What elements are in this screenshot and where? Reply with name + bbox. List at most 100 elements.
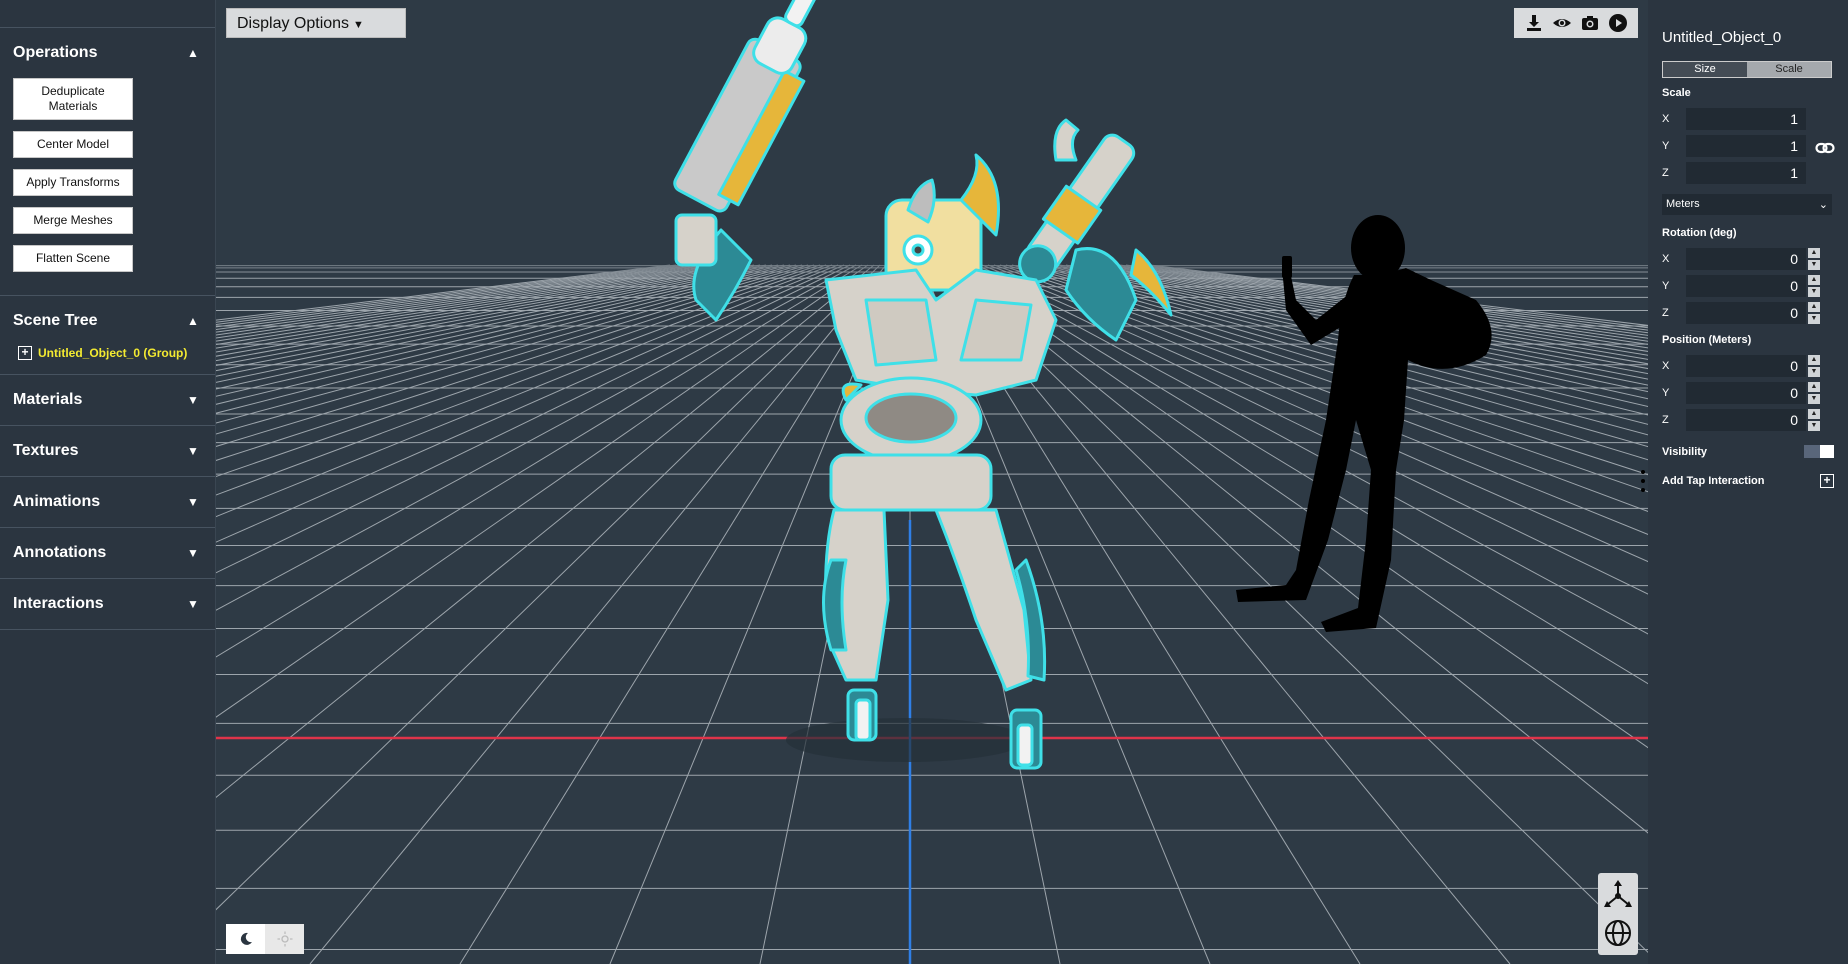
visibility-row: Visibility [1662, 437, 1834, 466]
chevron-down-icon: ▼ [187, 393, 199, 407]
axis-label: X [1662, 252, 1670, 265]
scale-z-input[interactable]: 1 [1686, 161, 1806, 184]
eye-icon[interactable] [1552, 13, 1572, 33]
add-tap-row: Add Tap Interaction + [1662, 466, 1834, 495]
scale-z-row: Z 1 [1662, 159, 1834, 186]
download-icon[interactable] [1524, 13, 1544, 33]
visibility-toggle[interactable] [1804, 445, 1834, 458]
rotation-label: Rotation (deg) [1662, 227, 1737, 239]
position-z-input[interactable]: 0 [1686, 408, 1806, 431]
more-options-icon[interactable] [1640, 470, 1646, 492]
operations-title: Operations [13, 44, 98, 61]
rotation-y-stepper[interactable]: ▲ ▼ [1808, 274, 1820, 297]
position-z-row: Z 0 ▲ ▼ [1662, 406, 1834, 433]
link-chain-icon[interactable] [1815, 142, 1835, 154]
step-up-icon[interactable]: ▲ [1808, 354, 1820, 365]
annotations-header[interactable]: Annotations ▼ [0, 528, 215, 578]
sidebar-top-divider [0, 0, 215, 28]
materials-title: Materials [13, 391, 83, 408]
step-up-icon[interactable]: ▲ [1808, 301, 1820, 312]
expand-plus-icon[interactable]: + [18, 346, 32, 360]
rotation-z-stepper[interactable]: ▲ ▼ [1808, 301, 1820, 324]
chevron-down-icon: ▼ [187, 597, 199, 611]
sun-icon[interactable] [265, 924, 304, 954]
scale-x-input[interactable]: 1 [1686, 107, 1806, 130]
step-down-icon[interactable]: ▼ [1808, 313, 1820, 324]
rotation-z-row: Z 0 ▲ ▼ [1662, 299, 1834, 326]
position-y-row: Y 0 ▲ ▼ [1662, 379, 1834, 406]
camera-icon[interactable] [1580, 13, 1600, 33]
position-z-stepper[interactable]: ▲ ▼ [1808, 408, 1820, 431]
3d-viewport[interactable]: Display Options ▼ [216, 0, 1648, 964]
step-up-icon[interactable]: ▲ [1808, 408, 1820, 419]
tab-size[interactable]: Size [1663, 62, 1747, 77]
play-icon[interactable] [1608, 13, 1628, 33]
rotation-x-input[interactable]: 0 [1686, 247, 1806, 270]
textures-header[interactable]: Textures ▼ [0, 426, 215, 476]
position-x-row: X 0 ▲ ▼ [1662, 352, 1834, 379]
object-title: Untitled_Object_0 [1662, 29, 1782, 46]
tab-scale[interactable]: Scale [1747, 62, 1831, 77]
materials-header[interactable]: Materials ▼ [0, 375, 215, 425]
flatten-scene-button[interactable]: Flatten Scene [13, 245, 133, 272]
axis-label: Y [1662, 279, 1670, 292]
scene-tree-item-label: Untitled_Object_0 (Group) [38, 346, 188, 360]
step-up-icon[interactable]: ▲ [1808, 381, 1820, 392]
chevron-up-icon: ▲ [187, 314, 199, 328]
step-down-icon[interactable]: ▼ [1808, 259, 1820, 270]
caret-down-icon: ▼ [353, 19, 364, 31]
step-up-icon[interactable]: ▲ [1808, 274, 1820, 285]
axes-gizmo-icon[interactable] [1601, 878, 1635, 912]
display-options-label: Display Options [237, 15, 350, 32]
position-y-input[interactable]: 0 [1686, 381, 1806, 404]
deduplicate-materials-button[interactable]: Deduplicate Materials [13, 78, 133, 120]
center-model-button[interactable]: Center Model [13, 131, 133, 158]
scene-tree-header[interactable]: Scene Tree ▲ [0, 296, 215, 346]
scale-x-row: X 1 [1662, 105, 1834, 132]
axis-label: X [1662, 359, 1670, 372]
rotation-y-row: Y 0 ▲ ▼ [1662, 272, 1834, 299]
animations-header[interactable]: Animations ▼ [0, 477, 215, 527]
step-down-icon[interactable]: ▼ [1808, 393, 1820, 404]
units-select[interactable]: Meters ⌄ [1662, 194, 1832, 215]
apply-transforms-button[interactable]: Apply Transforms [13, 169, 133, 196]
toggle-knob [1804, 445, 1820, 458]
chevron-up-icon: ▲ [187, 46, 199, 60]
moon-icon[interactable] [226, 924, 265, 954]
position-x-input[interactable]: 0 [1686, 354, 1806, 377]
scene-tree-item[interactable]: + Untitled_Object_0 (Group) [0, 346, 215, 374]
add-plus-icon[interactable]: + [1820, 473, 1834, 488]
theme-toggle[interactable] [226, 924, 304, 954]
rotation-x-stepper[interactable]: ▲ ▼ [1808, 247, 1820, 270]
chevron-down-icon: ▼ [187, 546, 199, 560]
animations-title: Animations [13, 493, 101, 510]
axis-label: Z [1662, 166, 1669, 179]
scale-label: Scale [1662, 87, 1691, 99]
display-options-button[interactable]: Display Options ▼ [226, 8, 406, 38]
step-down-icon[interactable]: ▼ [1808, 420, 1820, 431]
interactions-header[interactable]: Interactions ▼ [0, 579, 215, 629]
scale-y-input[interactable]: 1 [1686, 134, 1806, 157]
units-selected-value: Meters [1666, 198, 1700, 210]
left-sidebar: Operations ▲ Deduplicate Materials Cente… [0, 0, 216, 964]
step-down-icon[interactable]: ▼ [1808, 366, 1820, 377]
operations-list: Deduplicate Materials Center Model Apply… [0, 78, 215, 295]
position-label: Position (Meters) [1662, 334, 1752, 346]
merge-meshes-button[interactable]: Merge Meshes [13, 207, 133, 234]
interactions-title: Interactions [13, 595, 104, 612]
chevron-down-icon: ▼ [187, 495, 199, 509]
viewport-toolbar [1514, 8, 1638, 38]
position-y-stepper[interactable]: ▲ ▼ [1808, 381, 1820, 404]
position-x-stepper[interactable]: ▲ ▼ [1808, 354, 1820, 377]
add-tap-label: Add Tap Interaction [1662, 474, 1765, 487]
axis-label: Z [1662, 306, 1669, 319]
step-up-icon[interactable]: ▲ [1808, 247, 1820, 258]
rotation-z-input[interactable]: 0 [1686, 301, 1806, 324]
operations-header[interactable]: Operations ▲ [0, 28, 215, 78]
orbit-globe-icon[interactable] [1601, 916, 1635, 950]
scene-tree-title: Scene Tree [13, 312, 98, 329]
axis-label: X [1662, 112, 1670, 125]
scene-canvas[interactable] [216, 0, 1648, 964]
rotation-y-input[interactable]: 0 [1686, 274, 1806, 297]
step-down-icon[interactable]: ▼ [1808, 286, 1820, 297]
